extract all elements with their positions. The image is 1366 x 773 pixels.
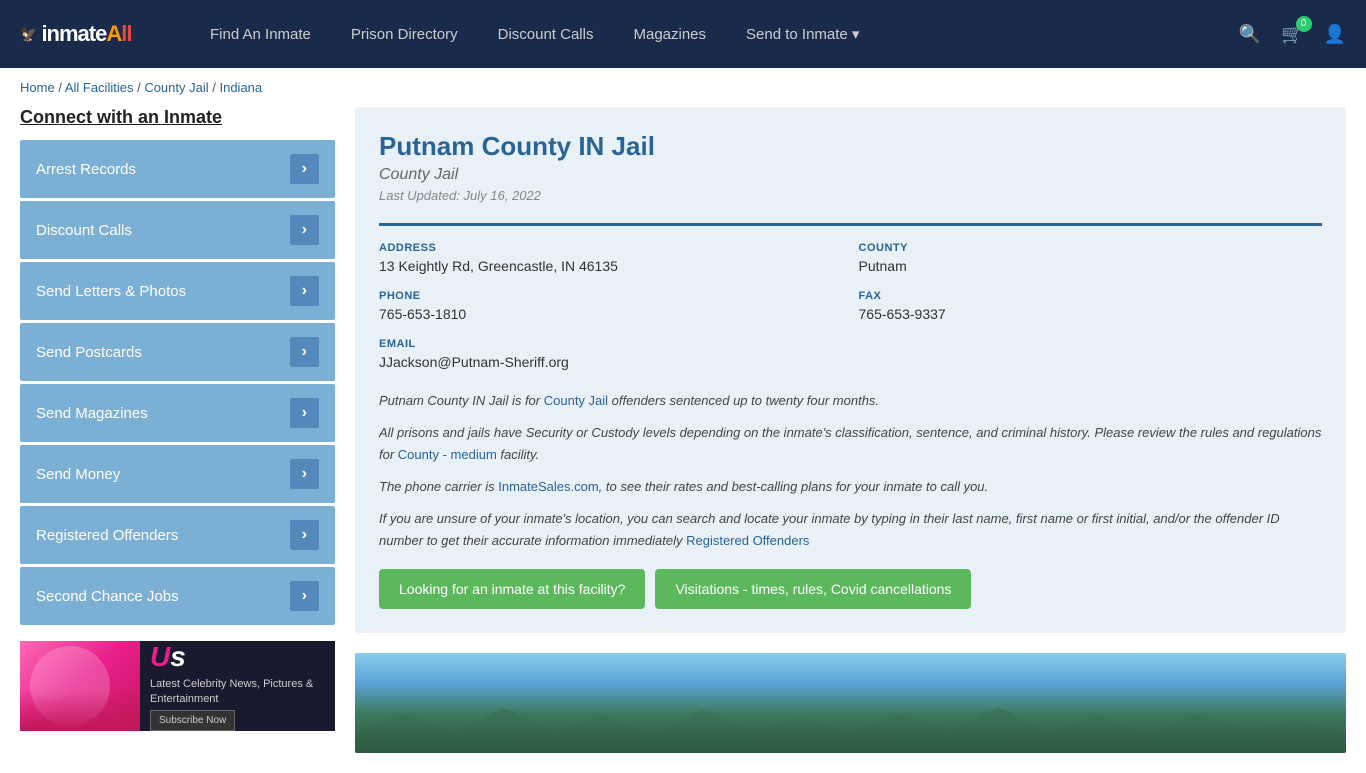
facility-type: County Jail bbox=[379, 166, 1322, 184]
fax-value: 765-653-9337 bbox=[859, 306, 1323, 322]
phone-field: PHONE 765-653-1810 bbox=[379, 290, 843, 322]
sidebar-ad-image bbox=[20, 641, 140, 731]
sidebar-item-label: Send Magazines bbox=[36, 405, 148, 422]
inmate-sales-link[interactable]: InmateSales.com bbox=[498, 479, 598, 494]
sidebar-arrow-icon: › bbox=[290, 154, 319, 184]
sidebar-item-send-money[interactable]: Send Money › bbox=[20, 445, 335, 503]
sidebar-menu: Arrest Records › Discount Calls › Send L… bbox=[20, 140, 335, 625]
breadcrumb-all-facilities[interactable]: All Facilities bbox=[65, 80, 134, 95]
breadcrumb-county-jail[interactable]: County Jail bbox=[144, 80, 208, 95]
main-nav: Find An Inmate Prison Directory Discount… bbox=[210, 25, 1209, 43]
facility-name: Putnam County IN Jail bbox=[379, 131, 1322, 162]
sidebar-item-label: Send Postcards bbox=[36, 344, 142, 361]
sidebar: Connect with an Inmate Arrest Records › … bbox=[20, 107, 335, 753]
sidebar-title: Connect with an Inmate bbox=[20, 107, 335, 128]
address-value: 13 Keightly Rd, Greencastle, IN 46135 bbox=[379, 258, 843, 274]
sidebar-item-label: Discount Calls bbox=[36, 222, 132, 239]
sidebar-arrow-icon: › bbox=[290, 337, 319, 367]
breadcrumb-home[interactable]: Home bbox=[20, 80, 55, 95]
breadcrumb-state[interactable]: Indiana bbox=[219, 80, 262, 95]
sidebar-ad-content: Us Latest Celebrity News, Pictures & Ent… bbox=[140, 641, 335, 731]
fax-label: FAX bbox=[859, 290, 1323, 302]
description-para-4: If you are unsure of your inmate's locat… bbox=[379, 508, 1322, 552]
description-para-3: The phone carrier is InmateSales.com, to… bbox=[379, 476, 1322, 498]
description-para-2: All prisons and jails have Security or C… bbox=[379, 422, 1322, 466]
sidebar-arrow-icon: › bbox=[290, 520, 319, 550]
county-value: Putnam bbox=[859, 258, 1323, 274]
sidebar-arrow-icon: › bbox=[290, 215, 319, 245]
sidebar-ad-subscribe-button[interactable]: Subscribe Now bbox=[150, 710, 235, 731]
email-value: JJackson@Putnam-Sheriff.org bbox=[379, 354, 843, 370]
sidebar-item-label: Second Chance Jobs bbox=[36, 588, 179, 605]
nav-magazines[interactable]: Magazines bbox=[633, 26, 706, 43]
county-label: COUNTY bbox=[859, 242, 1323, 254]
facility-info-grid: ADDRESS 13 Keightly Rd, Greencastle, IN … bbox=[379, 223, 1322, 370]
cart-badge: 0 bbox=[1296, 16, 1312, 32]
sidebar-item-send-postcards[interactable]: Send Postcards › bbox=[20, 323, 335, 381]
facility-description: Putnam County IN Jail is for County Jail… bbox=[379, 390, 1322, 553]
sidebar-ad-logo: Us bbox=[150, 641, 325, 673]
facility-aerial-image bbox=[355, 653, 1346, 753]
description-para-1: Putnam County IN Jail is for County Jail… bbox=[379, 390, 1322, 412]
nav-find-inmate[interactable]: Find An Inmate bbox=[210, 26, 311, 43]
county-field: COUNTY Putnam bbox=[859, 242, 1323, 274]
county-medium-link[interactable]: County - medium bbox=[398, 447, 497, 462]
sidebar-item-discount-calls[interactable]: Discount Calls › bbox=[20, 201, 335, 259]
address-label: ADDRESS bbox=[379, 242, 843, 254]
breadcrumb: Home / All Facilities / County Jail / In… bbox=[0, 68, 1366, 107]
facility-image-trees bbox=[355, 703, 1346, 753]
sidebar-item-send-letters[interactable]: Send Letters & Photos › bbox=[20, 262, 335, 320]
address-field: ADDRESS 13 Keightly Rd, Greencastle, IN … bbox=[379, 242, 843, 274]
facility-buttons: Looking for an inmate at this facility? … bbox=[379, 569, 1322, 609]
sidebar-arrow-icon: › bbox=[290, 276, 319, 306]
sidebar-item-label: Arrest Records bbox=[36, 161, 136, 178]
sidebar-item-label: Send Money bbox=[36, 466, 120, 483]
sidebar-item-label: Registered Offenders bbox=[36, 527, 178, 544]
email-label: EMAIL bbox=[379, 338, 843, 350]
facility-last-updated: Last Updated: July 16, 2022 bbox=[379, 188, 1322, 203]
visitations-button[interactable]: Visitations - times, rules, Covid cancel… bbox=[655, 569, 971, 609]
sidebar-item-label: Send Letters & Photos bbox=[36, 283, 186, 300]
sidebar-arrow-icon: › bbox=[290, 581, 319, 611]
nav-send-to-inmate[interactable]: Send to Inmate ▾ bbox=[746, 25, 859, 43]
sidebar-item-second-chance-jobs[interactable]: Second Chance Jobs › bbox=[20, 567, 335, 625]
sidebar-arrow-icon: › bbox=[290, 459, 319, 489]
email-field: EMAIL JJackson@Putnam-Sheriff.org bbox=[379, 338, 843, 370]
nav-prison-directory[interactable]: Prison Directory bbox=[351, 26, 458, 43]
county-jail-link[interactable]: County Jail bbox=[544, 393, 608, 408]
cart-icon[interactable]: 🛒 0 bbox=[1281, 24, 1303, 45]
logo[interactable]: 🦅 inmateAll bbox=[20, 21, 180, 47]
sidebar-arrow-icon: › bbox=[290, 398, 319, 428]
phone-value: 765-653-1810 bbox=[379, 306, 843, 322]
sidebar-ad-text: Latest Celebrity News, Pictures & Entert… bbox=[150, 677, 325, 706]
find-inmate-button[interactable]: Looking for an inmate at this facility? bbox=[379, 569, 645, 609]
sidebar-item-registered-offenders[interactable]: Registered Offenders › bbox=[20, 506, 335, 564]
fax-field: FAX 765-653-9337 bbox=[859, 290, 1323, 322]
registered-offenders-link[interactable]: Registered Offenders bbox=[686, 533, 809, 548]
main-layout: Connect with an Inmate Arrest Records › … bbox=[0, 107, 1366, 773]
logo-text: inmateAll bbox=[41, 21, 131, 47]
header: 🦅 inmateAll Find An Inmate Prison Direct… bbox=[0, 0, 1366, 68]
sidebar-ad[interactable]: Us Latest Celebrity News, Pictures & Ent… bbox=[20, 641, 335, 731]
facility-card: Putnam County IN Jail County Jail Last U… bbox=[355, 107, 1346, 633]
search-icon[interactable]: 🔍 bbox=[1239, 24, 1261, 45]
user-icon[interactable]: 👤 bbox=[1324, 24, 1346, 45]
header-icons: 🔍 🛒 0 👤 bbox=[1239, 24, 1346, 45]
logo-icon: 🦅 bbox=[20, 26, 37, 43]
sidebar-item-arrest-records[interactable]: Arrest Records › bbox=[20, 140, 335, 198]
sidebar-item-send-magazines[interactable]: Send Magazines › bbox=[20, 384, 335, 442]
nav-discount-calls[interactable]: Discount Calls bbox=[498, 26, 594, 43]
content: Putnam County IN Jail County Jail Last U… bbox=[355, 107, 1346, 753]
phone-label: PHONE bbox=[379, 290, 843, 302]
